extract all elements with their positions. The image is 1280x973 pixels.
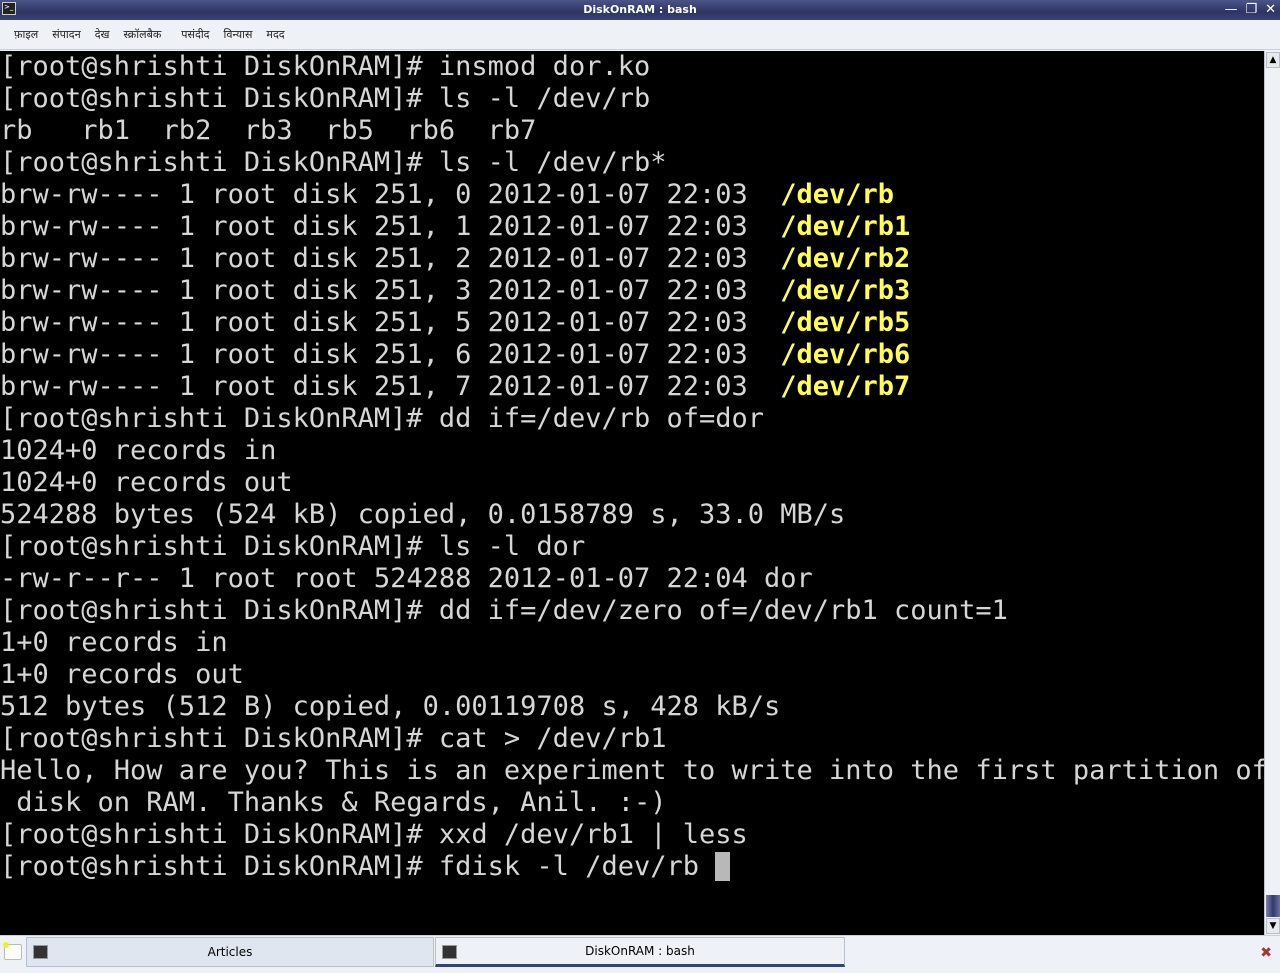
device-path: /dev/rb [780,179,895,210]
text-cursor [715,852,731,881]
line-text: [root@shrishti DiskOnRAM]# xxd /dev/rb1 … [0,819,748,850]
line-text: 1024+0 records out [0,467,293,498]
terminal-line: brw-rw---- 1 root disk 251, 6 2012-01-07… [0,339,1264,371]
terminal-output[interactable]: [root@shrishti DiskOnRAM]# insmod dor.ko… [0,51,1264,935]
line-text: brw-rw---- 1 root disk 251, 5 2012-01-07… [0,307,781,338]
terminal-line: disk on RAM. Thanks & Regards, Anil. :-) [0,787,1264,819]
line-text: [root@shrishti DiskOnRAM]# ls -l /dev/rb… [0,147,667,178]
terminal-line: 512 bytes (512 B) copied, 0.00119708 s, … [0,691,1264,723]
line-text: brw-rw---- 1 root disk 251, 6 2012-01-07… [0,339,781,370]
network-disconnected-icon[interactable]: ✖ [1260,945,1272,961]
task-articles[interactable]: Articles [26,937,434,967]
line-text: [root@shrishti DiskOnRAM]# cat > /dev/rb… [0,723,667,754]
app-launcher-icon[interactable] [3,942,22,960]
menu-help[interactable]: मदद [266,27,284,42]
device-path: /dev/rb6 [780,339,911,370]
menu-edit[interactable]: संपादन [52,27,80,42]
terminal-line: 1+0 records out [0,659,1264,691]
terminal-line: -rw-r--r-- 1 root root 524288 2012-01-07… [0,563,1264,595]
device-path: /dev/rb3 [780,275,911,306]
terminal-line: [root@shrishti DiskOnRAM]# ls -l /dev/rb… [0,147,1264,179]
terminal-line: brw-rw---- 1 root disk 251, 0 2012-01-07… [0,179,1264,211]
scrollbar[interactable]: ▲ ▼ [1264,51,1280,935]
line-text: [root@shrishti DiskOnRAM]# ls -l /dev/rb [0,83,651,114]
line-text: brw-rw---- 1 root disk 251, 2 2012-01-07… [0,243,781,274]
terminal-line: Hello, How are you? This is an experimen… [0,755,1264,787]
terminal-line: [root@shrishti DiskOnRAM]# ls -l /dev/rb [0,83,1264,115]
line-text: -rw-r--r-- 1 root root 524288 2012-01-07… [0,563,813,594]
taskbar: Articles DiskOnRAM : bash ✖ [0,935,1280,973]
terminal-line: brw-rw---- 1 root disk 251, 7 2012-01-07… [0,371,1264,403]
menu-view[interactable]: देख [95,27,110,42]
scroll-down-arrow-icon[interactable]: ▼ [1266,918,1280,934]
task-label: Articles [207,945,253,959]
terminal-icon[interactable] [2,0,16,17]
line-text: 1024+0 records in [0,435,277,466]
device-path: /dev/rb1 [780,211,911,242]
terminal-icon [442,945,457,959]
line-text: brw-rw---- 1 root disk 251, 7 2012-01-07… [0,371,781,402]
line-text: rb rb1 rb2 rb3 rb5 rb6 rb7 [0,115,537,146]
terminal-line: 524288 bytes (524 kB) copied, 0.0158789 … [0,499,1264,531]
line-text: 524288 bytes (524 kB) copied, 0.0158789 … [0,499,846,530]
terminal-line: [root@shrishti DiskOnRAM]# insmod dor.ko [0,51,1264,83]
scroll-up-arrow-icon[interactable]: ▲ [1266,52,1280,68]
terminal-line: 1024+0 records in [0,435,1264,467]
close-button[interactable]: ✕ [1265,0,1276,19]
line-text: brw-rw---- 1 root disk 251, 3 2012-01-07… [0,275,781,306]
line-text: Hello, How are you? This is an experimen… [0,755,1264,786]
line-text: [root@shrishti DiskOnRAM]# dd if=/dev/ze… [0,595,1008,626]
terminal-line: [root@shrishti DiskOnRAM]# ls -l dor [0,531,1264,563]
terminal-icon [33,945,48,959]
terminal-line: [root@shrishti DiskOnRAM]# fdisk -l /dev… [0,851,1264,883]
device-path: /dev/rb7 [780,371,911,402]
terminal-line: brw-rw---- 1 root disk 251, 1 2012-01-07… [0,211,1264,243]
task-diskonram-bash[interactable]: DiskOnRAM : bash [435,937,845,967]
task-label: DiskOnRAM : bash [585,944,695,958]
terminal-line: rb rb1 rb2 rb3 rb5 rb6 rb7 [0,115,1264,147]
terminal-line: brw-rw---- 1 root disk 251, 5 2012-01-07… [0,307,1264,339]
window-title: DiskOnRAM : bash [583,3,697,16]
terminal-line: [root@shrishti DiskOnRAM]# xxd /dev/rb1 … [0,819,1264,851]
line-text: brw-rw---- 1 root disk 251, 0 2012-01-07… [0,179,781,210]
menu-scrollback[interactable]: स्क्रॉलबैक [124,27,162,42]
terminal-line: [root@shrishti DiskOnRAM]# dd if=/dev/rb… [0,403,1264,435]
line-text: 1+0 records out [0,659,244,690]
menu-file[interactable]: फ़ाइल [14,27,38,42]
terminal-line: 1+0 records in [0,627,1264,659]
terminal-line: brw-rw---- 1 root disk 251, 3 2012-01-07… [0,275,1264,307]
line-text: [root@shrishti DiskOnRAM]# insmod dor.ko [0,51,651,82]
line-text: [root@shrishti DiskOnRAM]# fdisk -l /dev… [0,851,716,882]
device-path: /dev/rb2 [780,243,911,274]
menu-bar: फ़ाइल संपादन देख स्क्रॉलबैक पसंदीद विन्य… [0,20,1280,50]
menu-settings[interactable]: विन्यास [224,27,253,42]
terminal-line: brw-rw---- 1 root disk 251, 2 2012-01-07… [0,243,1264,275]
line-text: 512 bytes (512 B) copied, 0.00119708 s, … [0,691,781,722]
terminal-line: [root@shrishti DiskOnRAM]# dd if=/dev/ze… [0,595,1264,627]
line-text: [root@shrishti DiskOnRAM]# dd if=/dev/rb… [0,403,765,434]
device-path: /dev/rb5 [780,307,911,338]
line-text: disk on RAM. Thanks & Regards, Anil. :-) [0,787,667,818]
menu-bookmarks[interactable]: पसंदीद [181,27,209,42]
scrollbar-thumb[interactable] [1266,895,1280,917]
terminal-line: [root@shrishti DiskOnRAM]# cat > /dev/rb… [0,723,1264,755]
line-text: [root@shrishti DiskOnRAM]# ls -l dor [0,531,586,562]
minimize-button[interactable]: — [1224,0,1237,19]
line-text: brw-rw---- 1 root disk 251, 1 2012-01-07… [0,211,781,242]
title-bar[interactable]: DiskOnRAM : bash — ❐ ✕ [0,0,1280,20]
maximize-button[interactable]: ❐ [1245,0,1257,19]
terminal-line: 1024+0 records out [0,467,1264,499]
line-text: 1+0 records in [0,627,228,658]
